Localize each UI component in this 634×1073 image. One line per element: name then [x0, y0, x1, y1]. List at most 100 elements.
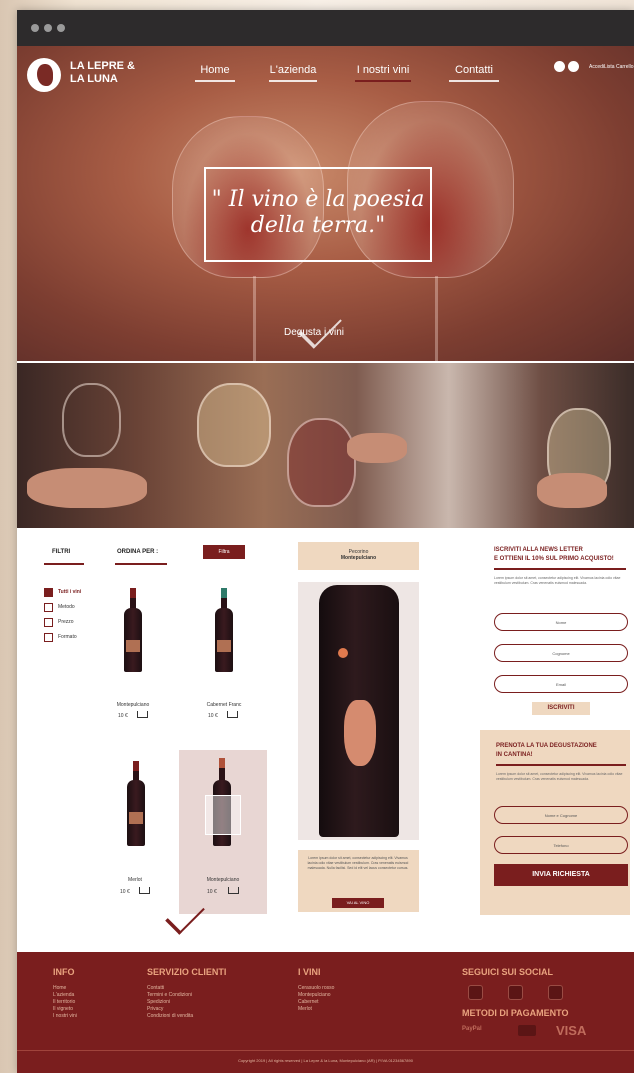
- wine-glass-image: [197, 383, 271, 467]
- bottle-label: [217, 640, 231, 652]
- window-dot: [31, 24, 39, 32]
- footer-link[interactable]: L'azienda: [53, 992, 77, 999]
- cart-icon[interactable]: [227, 711, 238, 718]
- filter-label: Metodo: [58, 604, 75, 610]
- booking-title-line: IN CANTINA!: [496, 752, 533, 758]
- bottle-logo-icon: [338, 648, 348, 658]
- footer-link[interactable]: Cerasuolo rosso: [298, 985, 334, 992]
- filter-checkbox[interactable]: [44, 588, 53, 597]
- product-price: 10 €: [120, 889, 130, 895]
- nav-vini[interactable]: I nostri vini: [355, 64, 411, 82]
- newsletter-title: ISCRIVITI ALLA NEWS LETTER E OTTIENI IL …: [494, 546, 629, 564]
- facebook-icon[interactable]: [468, 985, 483, 1000]
- bottle-label: [126, 640, 140, 652]
- hero-quote: " Il vino è la poesia della terra.": [204, 167, 432, 262]
- twitter-icon[interactable]: [548, 985, 563, 1000]
- wine-glass-image: [287, 418, 356, 507]
- detail-header: Pecorino Montepulciano: [298, 542, 419, 570]
- filter-button[interactable]: Filtra: [203, 545, 245, 559]
- newsletter-text: Lorem ipsum dolor sit amet, consectetur …: [494, 576, 621, 585]
- phone-field[interactable]: Telefono: [494, 836, 628, 854]
- util-link[interactable]: Accedi: [589, 64, 604, 70]
- newsletter-title-line: ISCRIVITI ALLA NEWS LETTER: [494, 547, 583, 553]
- product-name[interactable]: Montepulciano: [103, 702, 163, 708]
- logo-icon[interactable]: [27, 58, 61, 92]
- name-field[interactable]: Nome: [494, 613, 628, 631]
- sort-heading[interactable]: ORDINA PER :: [117, 549, 158, 555]
- footer-links: Cerasuolo rosso Montepulciano Cabernet M…: [298, 985, 334, 1013]
- send-request-button[interactable]: INVIA RICHIESTA: [494, 864, 628, 886]
- filter-label: Prezzo: [58, 619, 74, 625]
- heading-underline: [44, 563, 84, 565]
- cart-icon[interactable]: [228, 887, 239, 894]
- nav-azienda[interactable]: L'azienda: [269, 64, 317, 82]
- detail-description: Lorem ipsum dolor sit amet, consectetur …: [307, 856, 409, 870]
- footer-link[interactable]: I nostri vini: [53, 1013, 77, 1020]
- filter-checkbox[interactable]: [44, 618, 53, 627]
- hand-image: [537, 473, 607, 508]
- footer-link[interactable]: Il vigneto: [53, 1006, 77, 1013]
- product-price: 10 €: [118, 713, 128, 719]
- cart-icon[interactable]: [137, 711, 148, 718]
- booking-text: Lorem ipsum dolor sit amet, consectetur …: [496, 772, 623, 781]
- footer-link[interactable]: Privacy: [147, 1006, 193, 1013]
- hero-section: LA LEPRE & LA LUNA Home L'azienda I nost…: [17, 46, 634, 361]
- footer-heading: SEGUICI SUI SOCIAL: [462, 967, 554, 977]
- util-link[interactable]: Carrello: [616, 64, 634, 70]
- glass-stem: [435, 276, 438, 361]
- footer-link[interactable]: Spedizioni: [147, 999, 193, 1006]
- page-background: { "brand": {"line1": "LA LEPRE &", "line…: [0, 0, 634, 1073]
- footer-links: Contatti Termini e Condizioni Spedizioni…: [147, 985, 193, 1020]
- bottle-cap: [219, 758, 225, 768]
- wine-glass-image: [62, 383, 121, 457]
- footer-link[interactable]: Merlot: [298, 1006, 334, 1013]
- util-link[interactable]: Lista: [604, 64, 615, 70]
- email-field[interactable]: Email: [494, 675, 628, 693]
- chevron-down-icon[interactable]: [298, 305, 342, 349]
- browser-chrome: [17, 10, 634, 46]
- cart-icon[interactable]: [139, 887, 150, 894]
- booking-title-line: PRENOTA LA TUA DEGUSTAZIONE: [496, 743, 597, 749]
- hand-image: [27, 468, 147, 508]
- filter-label: Tutti i vini: [58, 589, 82, 595]
- bottle-cap: [133, 761, 139, 771]
- bottle-cap: [221, 588, 227, 598]
- subscribe-button[interactable]: ISCRIVITI: [532, 702, 590, 715]
- mastercard-icon: [518, 1025, 536, 1036]
- footer-link[interactable]: Condizioni di vendita: [147, 1013, 193, 1020]
- window-dot: [44, 24, 52, 32]
- fullname-field[interactable]: Nome e Cognome: [494, 806, 628, 824]
- detail-head-line: Montepulciano: [340, 555, 377, 561]
- product-name[interactable]: Merlot: [105, 877, 165, 883]
- hand-image: [347, 433, 407, 463]
- footer-link[interactable]: Il territorio: [53, 999, 77, 1006]
- footer-link[interactable]: Termini e Condizioni: [147, 992, 193, 999]
- surname-field[interactable]: Cognome: [494, 644, 628, 662]
- product-name[interactable]: Montepulciano: [193, 877, 253, 883]
- product-price: 10 €: [207, 889, 217, 895]
- footer-link[interactable]: Cabernet: [298, 999, 334, 1006]
- bottle-cap: [130, 588, 136, 598]
- filter-checkbox[interactable]: [44, 633, 53, 642]
- search-icon[interactable]: [568, 61, 579, 72]
- product-name[interactable]: Cabernet Franc: [194, 702, 254, 708]
- filter-label: Formato: [58, 634, 77, 640]
- heading-underline: [496, 764, 626, 766]
- brand-name[interactable]: LA LEPRE & LA LUNA: [70, 60, 150, 86]
- footer-heading: INFO: [53, 967, 75, 977]
- visa-logo: VISA: [556, 1023, 587, 1038]
- footer-link[interactable]: Montepulciano: [298, 992, 334, 999]
- heading-underline: [115, 563, 167, 565]
- filter-checkbox[interactable]: [44, 603, 53, 612]
- footer-divider: [17, 1050, 634, 1051]
- nav-home[interactable]: Home: [195, 64, 235, 82]
- nav-contatti[interactable]: Contatti: [449, 64, 499, 82]
- paypal-logo: PayPal: [462, 1026, 482, 1032]
- go-to-wine-button[interactable]: VAI AL VINO: [332, 898, 384, 908]
- instagram-icon[interactable]: [508, 985, 523, 1000]
- quote-line: della terra.": [250, 213, 386, 238]
- footer-link[interactable]: Contatti: [147, 985, 193, 992]
- user-icon[interactable]: [554, 61, 565, 72]
- footer-link[interactable]: Home: [53, 985, 77, 992]
- footer-heading: METODI DI PAGAMENTO: [462, 1008, 569, 1018]
